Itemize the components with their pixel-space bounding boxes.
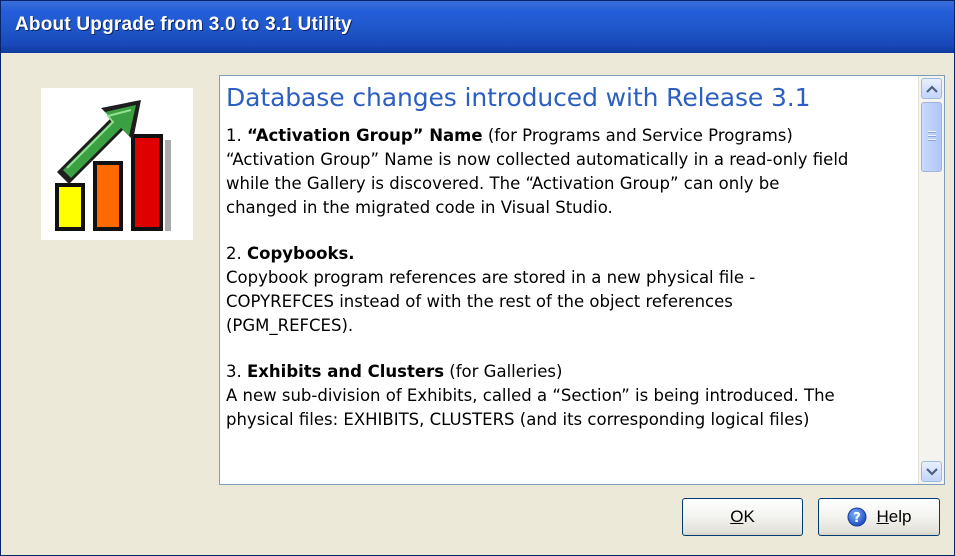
section-text-line: COPYREFCES instead of with the rest of t… [226, 292, 733, 311]
title-bar[interactable]: About Upgrade from 3.0 to 3.1 Utility [1, 1, 954, 53]
release-notes-pane[interactable]: Database changes introduced with Release… [219, 75, 945, 485]
section-number: 1. [226, 126, 242, 145]
vertical-scrollbar[interactable] [918, 76, 944, 484]
release-notes-content: Database changes introduced with Release… [226, 82, 911, 454]
section-text-line: while the Gallery is discovered. The “Ac… [226, 174, 780, 193]
section-title: Exhibits and Clusters [247, 362, 445, 381]
section-text-line: changed in the migrated code in Visual S… [226, 198, 613, 217]
section-text-line: A new sub-division of Exhibits, called a… [226, 386, 835, 405]
release-notes-heading: Database changes introduced with Release… [226, 83, 811, 112]
section-copybooks: 2. Copybooks. Copybook program reference… [226, 242, 911, 338]
about-dialog: About Upgrade from 3.0 to 3.1 Utility Da… [0, 0, 955, 556]
scrollbar-thumb[interactable] [921, 102, 942, 172]
section-number: 3. [226, 362, 242, 381]
section-exhibits-clusters: 3. Exhibits and Clusters (for Galleries)… [226, 360, 911, 432]
section-title: “Activation Group” Name [247, 126, 483, 145]
ok-button[interactable]: OK [682, 498, 803, 536]
section-title-line: 3. Exhibits and Clusters (for Galleries) [226, 360, 911, 384]
section-title: Copybooks. [247, 244, 355, 263]
help-button[interactable]: ? Help [818, 498, 940, 536]
section-text-line: “Activation Group” Name is now collected… [226, 150, 849, 169]
thumb-grip [928, 139, 936, 141]
section-title-line: 1. “Activation Group” Name (for Programs… [226, 124, 911, 148]
section-activation-group: 1. “Activation Group” Name (for Programs… [226, 124, 911, 220]
section-title-line: 2. Copybooks. [226, 242, 911, 266]
section-number: 2. [226, 244, 242, 263]
scroll-up-button[interactable] [921, 78, 942, 99]
thumb-grip [928, 135, 936, 137]
section-text-line: Copybook program references are stored i… [226, 268, 756, 287]
chevron-up-icon [926, 85, 938, 93]
section-subtitle: (for Programs and Service Programs) [487, 126, 793, 145]
upgrade-bar-chart-arrow-icon [55, 100, 171, 231]
section-text-line: (PGM_REFCES). [226, 316, 354, 335]
thumb-grip [928, 131, 936, 133]
ok-mnemonic: O [730, 507, 744, 526]
scroll-down-button[interactable] [921, 461, 942, 482]
window-title: About Upgrade from 3.0 to 3.1 Utility [15, 14, 352, 35]
ok-button-label: OK [730, 507, 755, 527]
svg-text:?: ? [853, 511, 861, 526]
section-subtitle: (for Galleries) [449, 362, 563, 381]
help-button-label: Help [877, 507, 912, 527]
app-logo [41, 88, 193, 240]
help-icon: ? [847, 507, 867, 527]
ok-label-rest: K [743, 507, 755, 526]
section-text-line: physical files: EXHIBITS, CLUSTERS (and … [226, 410, 810, 429]
help-label-rest: elp [888, 507, 912, 526]
chevron-down-icon [926, 468, 938, 476]
help-mnemonic: H [876, 507, 889, 526]
